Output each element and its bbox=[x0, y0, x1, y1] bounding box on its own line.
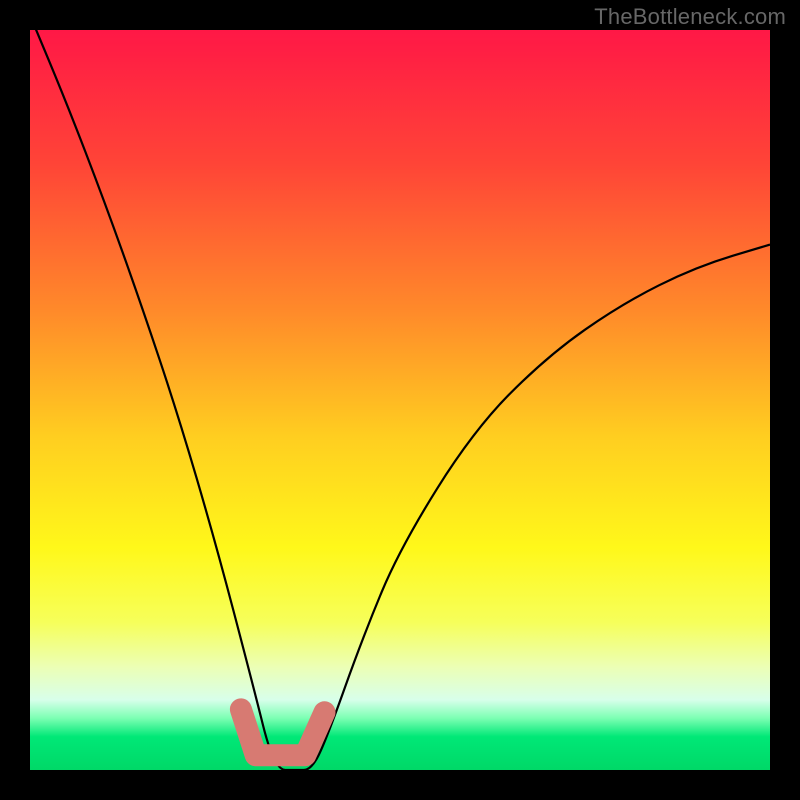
bottom-accent-shape bbox=[241, 709, 325, 755]
chart-frame bbox=[30, 30, 770, 770]
chart-svg bbox=[30, 30, 770, 770]
watermark-text: TheBottleneck.com bbox=[594, 4, 786, 30]
bottleneck-curve bbox=[30, 30, 770, 770]
